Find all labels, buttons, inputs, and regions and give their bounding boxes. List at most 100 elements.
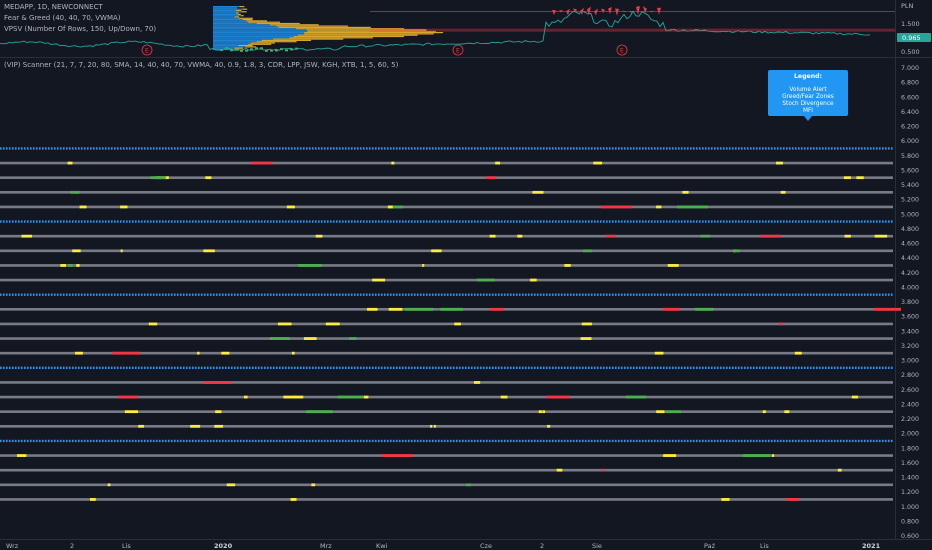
scanner-y-tick: 0.600 (901, 533, 919, 540)
time-axis-label: Sie (592, 542, 602, 550)
volume-profile-bar-up (213, 34, 298, 36)
volume-profile-bar-down (239, 6, 245, 8)
scanner-y-tick: 4.600 (901, 241, 919, 248)
scanner-y-tick: 3.000 (901, 358, 919, 365)
legend-box[interactable]: Legend: Volume Alert Greed/Fear Zones St… (768, 70, 848, 121)
currency-label: PLN (901, 2, 914, 10)
volume-profile-bar-up (213, 17, 239, 19)
volume-profile-bar-down (235, 9, 242, 12)
volume-profile-bar-down (238, 45, 253, 47)
volume-profile-bar-down (237, 13, 241, 15)
volume-profile-bar-up (213, 39, 262, 41)
volume-profile-bar-up (213, 43, 249, 45)
scanner-y-tick: 6.600 (901, 94, 919, 101)
scanner-y-tick: 3.200 (901, 343, 919, 350)
scanner-y-tick: 3.800 (901, 299, 919, 306)
legend-item: Greed/Fear Zones (782, 94, 834, 100)
scanner-y-tick: 6.400 (901, 109, 919, 116)
time-axis[interactable]: Wrz 2 Lis 2020 Mrz Kwi Cze 2 Sie Paź Lis… (6, 542, 881, 550)
current-price-value: 0.965 (902, 34, 921, 42)
scanner-y-tick: 0.800 (901, 518, 919, 525)
scanner-y-tick: 2.800 (901, 372, 919, 379)
scanner-y-tick: 5.200 (901, 197, 919, 204)
volume-profile-bar-down (256, 22, 300, 25)
volume-profile-bar-up (213, 8, 243, 10)
time-axis-label: 2020 (214, 542, 233, 550)
volume-profile-bar-up (213, 38, 273, 40)
scanner-y-tick: 6.000 (901, 138, 919, 145)
time-axis-label: 2 (70, 542, 74, 550)
volume-profile-bar-up (213, 6, 240, 8)
volume-profile-bar-down (241, 15, 244, 17)
volume-profile-bar-down (293, 35, 404, 38)
time-axis-label: Lis (760, 542, 769, 550)
volume-profile-bar-down (234, 16, 240, 18)
price-tick: 0.500 (901, 48, 920, 56)
volume-profile-bar-down (306, 29, 427, 31)
scanner-y-tick: 3.600 (901, 314, 919, 321)
time-axis-label: Mrz (320, 542, 332, 550)
volume-profile-bar-down (245, 46, 256, 48)
volume-profile-bar-up (213, 30, 308, 32)
fear-zone-mark (285, 49, 288, 52)
scanner-y-tick: 1.800 (901, 445, 919, 452)
price-tick: 1.500 (901, 20, 920, 28)
volume-profile-bar-up (213, 29, 307, 31)
scanner-y-tick: 5.000 (901, 211, 919, 218)
vpsv-indicator-label[interactable]: VPSV (Number Of Rows, 150, Up/Down, 70) (4, 25, 156, 33)
scanner-y-tick: 5.600 (901, 167, 919, 174)
scanner-y-tick: 2.400 (901, 401, 919, 408)
time-axis-label: 2021 (862, 542, 881, 550)
legend-item: MFI (803, 108, 813, 114)
svg-text:E: E (145, 48, 149, 55)
volume-profile-bar-up (213, 11, 242, 13)
volume-profile-bar-up (213, 15, 242, 17)
chart-root: MEDAPP, 1D, NEWCONNECT Fear & Greed (40,… (0, 0, 932, 550)
scanner-indicator-label[interactable]: (VIP) Scanner (21, 7, 7, 20, 80, SMA, 14… (4, 61, 399, 69)
time-axis-label: Cze (480, 542, 492, 550)
volume-profile-bar-down (272, 38, 344, 40)
time-axis-label: Lis (122, 542, 131, 550)
legend-title: Legend: (794, 73, 822, 80)
volume-profile-bar-up (213, 26, 279, 28)
scanner-y-tick: 2.000 (901, 431, 919, 438)
volume-profile-bar-up (213, 46, 246, 48)
volume-profile-bar-down (269, 24, 319, 26)
volume-profile-bar-up (213, 37, 290, 39)
volume-profile-bar-up (213, 25, 277, 27)
volume-profile-bar-up (213, 35, 294, 38)
time-axis-label: Paź (704, 542, 716, 550)
volume-profile-bar-up (213, 28, 296, 30)
volume-profile-bar-up (213, 45, 239, 47)
volume-profile-bar-down (304, 32, 443, 34)
volume-profile-bar-up (213, 22, 257, 25)
volume-profile-bar-down (248, 43, 272, 45)
fear-greed-indicator-label[interactable]: Fear & Greed (40, 40, 70, VWMA) (4, 14, 121, 22)
scanner-y-tick: 1.400 (901, 475, 919, 482)
scanner-y-tick: 2.600 (901, 387, 919, 394)
volume-profile-bar-down (235, 12, 239, 14)
scanner-y-axis[interactable]: 7.000 6.800 6.600 6.400 6.200 6.000 5.800 5.600… (901, 65, 919, 540)
volume-profile-bar-down (251, 42, 275, 44)
volume-profile-bar-up (213, 12, 236, 14)
scanner-rows (0, 147, 902, 501)
volume-profile-bar-up (213, 9, 236, 12)
volume-profile-bar-down (276, 25, 349, 27)
scanner-y-tick: 5.400 (901, 182, 919, 189)
volume-profile-bar-up (213, 16, 235, 18)
scanner-y-tick: 1.000 (901, 504, 919, 511)
volume-profile-bar-up (213, 41, 257, 43)
time-axis-label: 2 (540, 542, 544, 550)
volume-profile-bar-up (213, 33, 304, 35)
volume-profile-bar-up (213, 21, 249, 23)
volume-profile-bar-up (213, 7, 237, 9)
volume-profile-bar-down (278, 26, 371, 28)
volume-profile-bar-down (303, 33, 434, 35)
volume-profile-bar-up (213, 42, 252, 44)
volume-profile-bar-down (246, 20, 268, 22)
legend-item: Stoch Divergence (782, 101, 834, 107)
scanner-y-tick: 7.000 (901, 65, 919, 72)
volume-profile-bar-down (241, 11, 247, 13)
volume-profile-bar-down (256, 41, 297, 43)
scanner-y-tick: 1.200 (901, 489, 919, 496)
